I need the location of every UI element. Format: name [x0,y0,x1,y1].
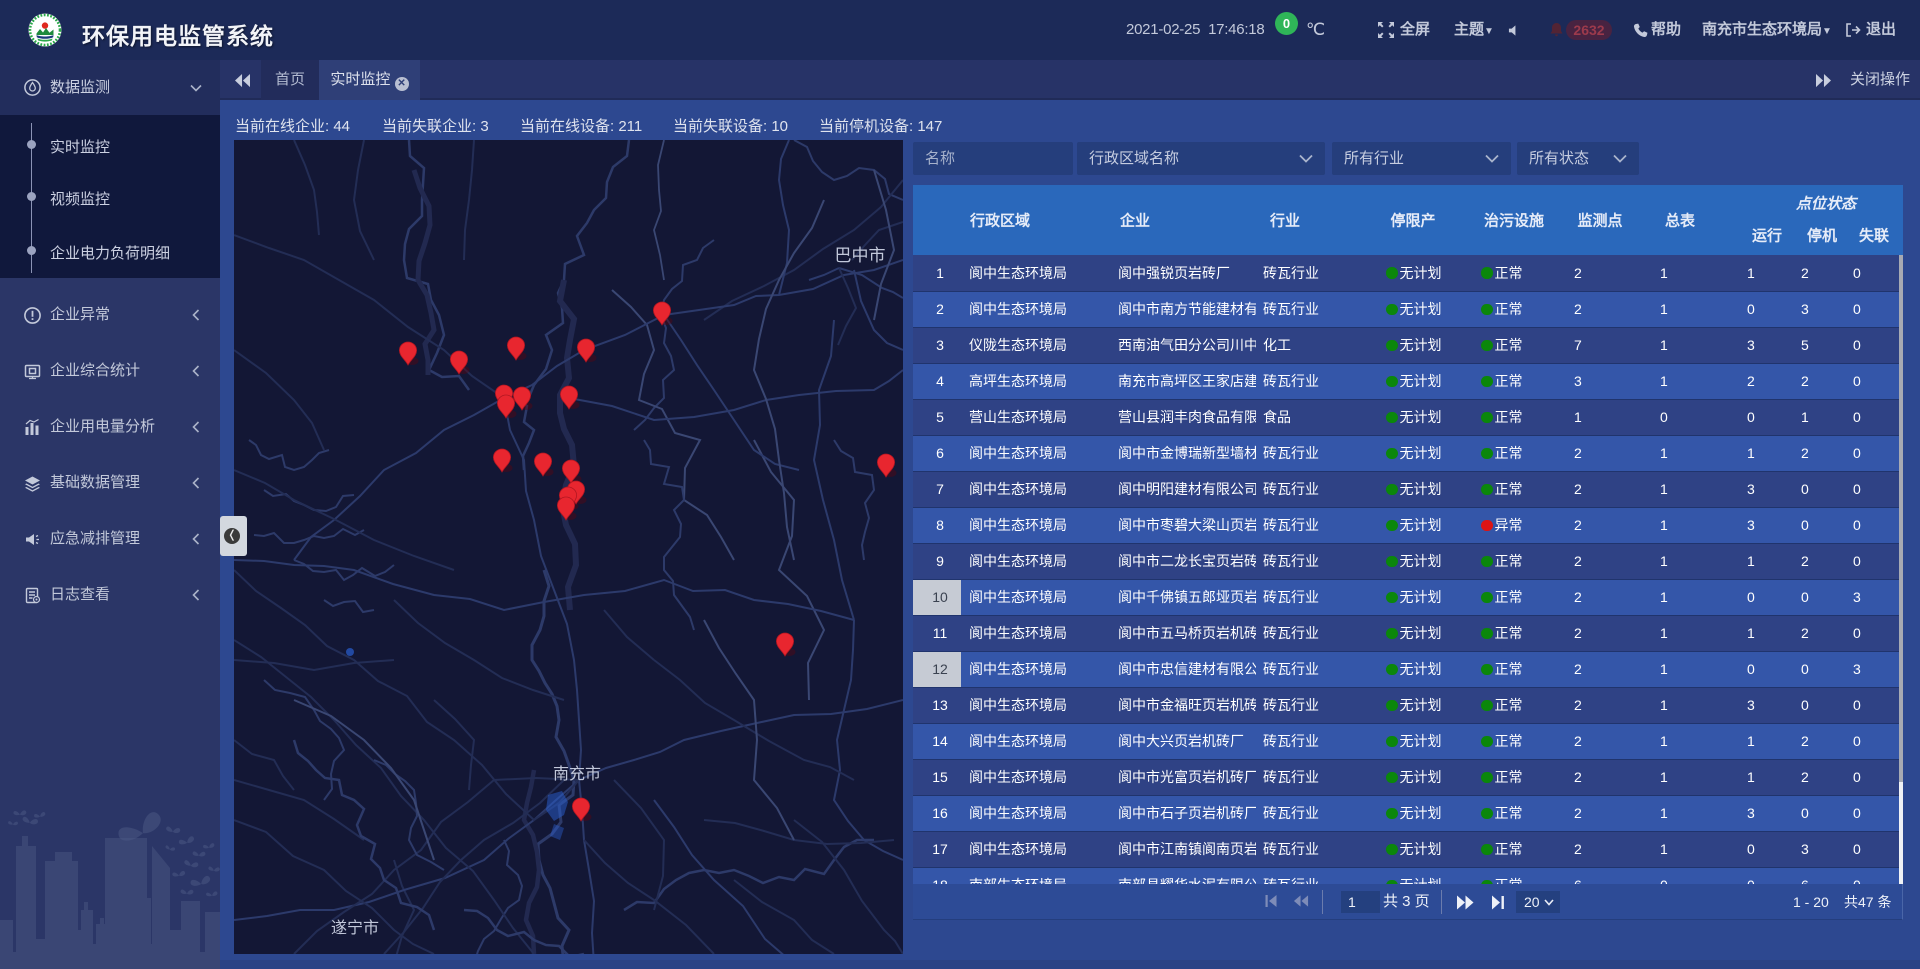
svg-text:遂宁市: 遂宁市 [331,919,379,937]
svg-text:巴中市: 巴中市 [835,246,886,265]
svg-text:南充市: 南充市 [553,765,601,783]
